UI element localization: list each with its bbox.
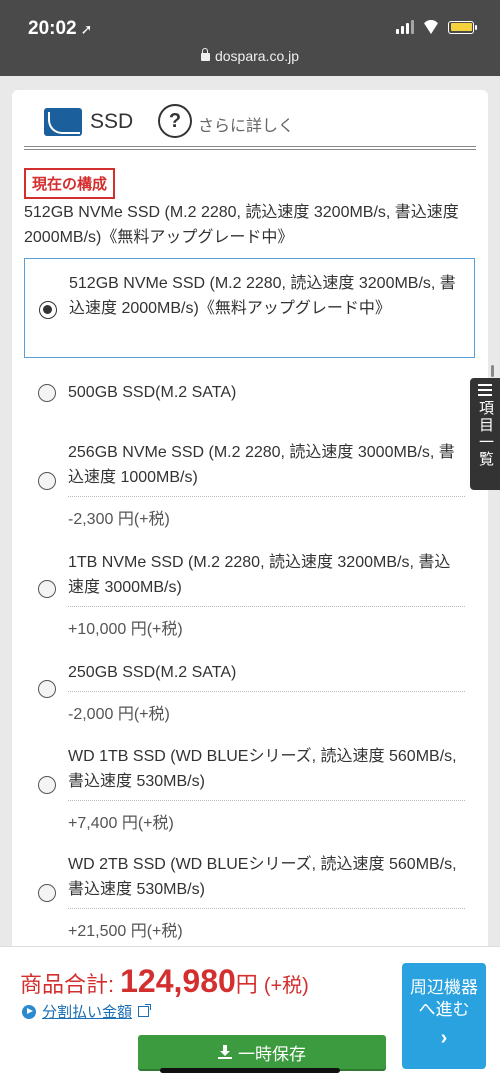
ssd-options-list: 512GB NVMe SSD (M.2 2280, 読込速度 3200MB/s,… (24, 258, 475, 946)
current-config-description: 512GB NVMe SSD (M.2 2280, 読込速度 3200MB/s,… (24, 204, 459, 246)
option-price: -2,300 円(+税) (68, 496, 465, 529)
option-label: 512GB NVMe SSD (M.2 2280, 読込速度 3200MB/s,… (69, 275, 456, 317)
option-price: +10,000 円(+税) (68, 606, 465, 639)
option-wd-2tb[interactable]: WD 2TB SSD (WD BLUEシリーズ, 読込速度 560MB/s, 書… (24, 838, 475, 946)
more-details-link[interactable]: さらに詳しく (198, 112, 294, 136)
installment-link[interactable]: 分割払い金額 (22, 1001, 152, 1022)
total-tax: (+税) (263, 975, 309, 997)
total-price: 商品合計: 124,980円 (+税) (20, 963, 309, 1000)
option-label: 1TB NVMe SSD (M.2 2280, 読込速度 3200MB/s, 書… (68, 554, 451, 596)
option-price: +7,400 円(+税) (68, 800, 465, 833)
save-label: 一時保存 (238, 1044, 306, 1064)
url-text: dospara.co.jp (214, 48, 300, 64)
option-250gb-sata[interactable]: 250GB SSD(M.2 SATA) -2,000 円(+税) (24, 646, 475, 730)
chevron-right-icon: › (440, 1027, 448, 1049)
option-price: -2,000 円(+税) (68, 691, 465, 724)
radio-button[interactable] (38, 384, 56, 402)
option-label: WD 1TB SSD (WD BLUEシリーズ, 読込速度 560MB/s, 書… (68, 748, 457, 790)
section-title: SSD (90, 110, 134, 133)
total-unit: 円 (235, 972, 258, 997)
radio-button[interactable] (38, 884, 56, 902)
option-label: 500GB SSD(M.2 SATA) (68, 384, 237, 401)
wifi-icon (422, 20, 440, 34)
radio-button[interactable] (38, 472, 56, 490)
home-indicator[interactable] (160, 1068, 340, 1073)
ssd-icon (44, 108, 82, 136)
checkout-footer: 商品合計: 124,980円 (+税) 分割払い金額 一時保存 周辺機器 へ進む › (0, 946, 500, 1080)
cellular-signal-icon (396, 20, 414, 34)
scrollbar[interactable] (491, 365, 494, 377)
menu-icon (478, 384, 492, 396)
option-256gb-nvme[interactable]: 256GB NVMe SSD (M.2 2280, 読込速度 3000MB/s,… (24, 430, 475, 538)
option-label: 256GB NVMe SSD (M.2 2280, 読込速度 3000MB/s,… (68, 444, 455, 486)
option-512gb-nvme[interactable]: 512GB NVMe SSD (M.2 2280, 読込速度 3200MB/s,… (24, 258, 475, 358)
clock-time: 20:02 (28, 18, 77, 39)
option-500gb-sata[interactable]: 500GB SSD(M.2 SATA) (24, 358, 475, 430)
address-bar[interactable]: dospara.co.jp (0, 48, 500, 64)
installment-label[interactable]: 分割払い金額 (42, 1001, 132, 1022)
next-peripherals-button[interactable]: 周辺機器 へ進む › (402, 963, 486, 1069)
battery-icon (448, 20, 477, 34)
radio-button[interactable] (38, 580, 56, 598)
option-wd-1tb[interactable]: WD 1TB SSD (WD BLUEシリーズ, 読込速度 560MB/s, 書… (24, 730, 475, 838)
item-list-label: 項目一覧 (477, 400, 494, 468)
play-icon (22, 1004, 36, 1019)
status-bar: 20:02 ➚ dospara.co.jp (0, 0, 500, 76)
total-label: 商品合計: (20, 972, 115, 997)
option-1tb-nvme[interactable]: 1TB NVMe SSD (M.2 2280, 読込速度 3200MB/s, 書… (24, 538, 475, 646)
current-config-badge: 現在の構成 (24, 168, 116, 199)
radio-button[interactable] (38, 776, 56, 794)
clock: 20:02 ➚ (28, 18, 92, 40)
total-amount: 124,980 (120, 963, 236, 999)
help-icon[interactable]: ? (158, 104, 192, 138)
item-list-tab[interactable]: 項目一覧 (470, 378, 500, 490)
external-link-icon (138, 1004, 152, 1017)
save-button[interactable]: 一時保存 (138, 1035, 386, 1069)
option-label: WD 2TB SSD (WD BLUEシリーズ, 読込速度 560MB/s, 書… (68, 856, 457, 898)
section-header: SSD ? さらに詳しく (24, 90, 476, 150)
next-label-line1: 周辺機器 (410, 978, 478, 997)
status-icons (396, 20, 477, 34)
radio-button[interactable] (38, 680, 56, 698)
option-price: +21,500 円(+税) (68, 908, 465, 941)
location-icon: ➚ (80, 21, 93, 37)
radio-selected[interactable] (39, 301, 57, 319)
download-icon (218, 1045, 232, 1059)
lock-icon (200, 48, 210, 61)
option-label: 250GB SSD(M.2 SATA) (68, 664, 237, 681)
next-label-line2: へ進む (418, 1000, 470, 1019)
